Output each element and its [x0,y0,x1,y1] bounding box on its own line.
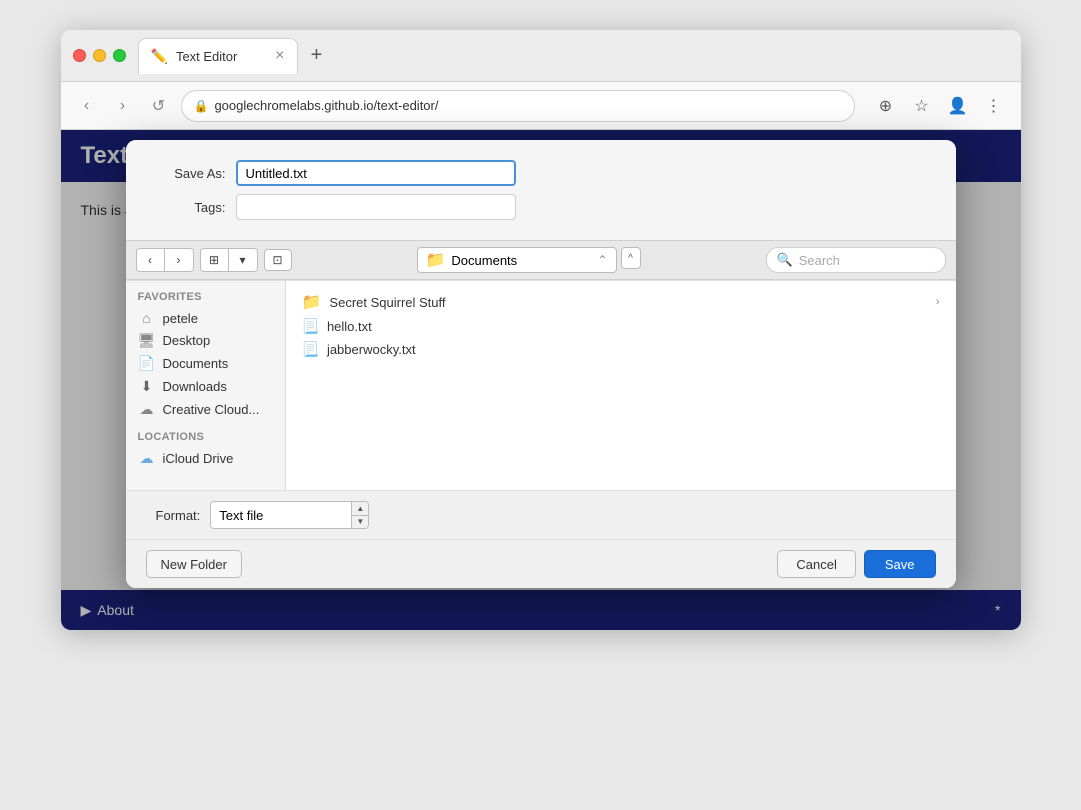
txt-file-icon-hello: 📃 [302,318,319,335]
page-content: Text File This is a r Save As: Tags: [61,130,1021,630]
tab-icon: ✏️ [151,48,168,65]
tags-input[interactable] [236,194,516,220]
txt-file-icon-jabberwocky: 📃 [302,341,319,358]
search-box[interactable]: 🔍 Search [766,247,946,273]
account-circle-icon[interactable]: ⊕ [871,91,901,121]
user-account-icon[interactable]: 👤 [943,91,973,121]
minimize-window-button[interactable] [93,49,106,62]
folder-blue-icon: 📁 [426,250,446,270]
tags-row: Tags: [156,194,926,220]
location-dropdown: 📁 Documents ⌃ ^ [298,247,760,273]
format-stepper-up[interactable]: ▲ [352,502,368,516]
save-as-row: Save As: [156,160,926,186]
location-text: Documents [451,253,517,268]
folder-icon: 📁 [302,292,322,312]
save-button[interactable]: Save [864,550,936,578]
sidebar-item-downloads-label: Downloads [163,379,227,394]
view-button-group: ⊞ ▾ [200,248,258,272]
browser-tab[interactable]: ✏️ Text Editor × [138,38,298,74]
sidebar-item-icloud-label: iCloud Drive [163,451,234,466]
view-chevron-button[interactable]: ▾ [229,249,257,271]
downloads-icon: ⬇ [138,378,156,395]
file-name-secret-squirrel: Secret Squirrel Stuff [329,295,445,310]
maximize-window-button[interactable] [113,49,126,62]
tab-close-button[interactable]: × [275,47,284,65]
dialog-buttons: New Folder Cancel Save [126,539,956,588]
view-grid-button[interactable]: ⊞ [201,249,229,271]
bookmark-star-icon[interactable]: ☆ [907,91,937,121]
sidebar-item-desktop-label: Desktop [163,333,211,348]
sidebar-item-creative-label: Creative Cloud... [163,402,260,417]
tags-label: Tags: [156,200,226,215]
cancel-button[interactable]: Cancel [777,550,855,578]
modal-overlay: Save As: Tags: ‹ › ⊞ [61,130,1021,630]
search-icon: 🔍 [777,252,793,268]
sidebar-item-home[interactable]: ⌂ petele [126,307,285,329]
browser-toolbar: ⊕ ☆ 👤 ⋮ [871,91,1009,121]
address-input[interactable]: 🔒 googlechromelabs.github.io/text-editor… [181,90,855,122]
forward-button[interactable]: › [109,92,137,120]
tab-bar: ✏️ Text Editor × + [138,38,1009,74]
back-button[interactable]: ‹ [73,92,101,120]
close-window-button[interactable] [73,49,86,62]
save-as-input[interactable] [236,160,516,186]
format-stepper: ▲ ▼ [351,502,368,528]
new-tab-button[interactable]: + [302,41,332,71]
creative-cloud-icon: ☁ [138,401,156,418]
location-up-button[interactable]: ^ [621,247,641,269]
new-folder-icon-button[interactable]: ⊡ [264,249,292,271]
documents-icon: 📄 [138,355,156,372]
sidebar-item-creative-cloud[interactable]: ☁ Creative Cloud... [126,398,285,421]
format-select[interactable]: Text file HTML file Rich Text [211,502,351,528]
format-label: Format: [156,508,201,523]
location-chevron-icon: ⌃ [597,253,607,267]
chevron-right-icon: › [936,296,940,308]
file-item-hello[interactable]: 📃 hello.txt [286,315,956,338]
sidebar-item-icloud[interactable]: ☁ iCloud Drive [126,447,285,470]
new-folder-button[interactable]: New Folder [146,550,242,578]
toolbar-forward-button[interactable]: › [165,249,193,271]
sidebar-item-documents-label: Documents [163,356,229,371]
traffic-lights [73,49,126,62]
dialog-format: Format: Text file HTML file Rich Text ▲ … [126,490,956,539]
location-select[interactable]: 📁 Documents ⌃ [417,247,617,273]
file-browser: Favorites ⌂ petele 🖥 Desktop 📄 Documents [126,280,956,490]
sidebar-item-downloads[interactable]: ⬇ Downloads [126,375,285,398]
file-name-hello: hello.txt [327,319,372,334]
file-name-jabberwocky: jabberwocky.txt [327,342,416,357]
lock-icon: 🔒 [194,99,209,113]
save-as-label: Save As: [156,166,226,181]
dialog-actions: Cancel Save [777,550,935,578]
tab-title: Text Editor [176,49,237,64]
home-icon: ⌂ [138,310,156,326]
icloud-icon: ☁ [138,450,156,467]
nav-button-group: ‹ › [136,248,194,272]
browser-window: ✏️ Text Editor × + ‹ › ↺ 🔒 googlechromel… [61,30,1021,630]
desktop-icon: 🖥 [138,332,156,349]
sidebar-item-desktop[interactable]: 🖥 Desktop [126,329,285,352]
title-bar: ✏️ Text Editor × + [61,30,1021,82]
dialog-toolbar: ‹ › ⊞ ▾ ⊡ 📁 Documents ⌃ ^ [126,240,956,280]
save-dialog: Save As: Tags: ‹ › ⊞ [126,140,956,588]
sidebar-panel: Favorites ⌂ petele 🖥 Desktop 📄 Documents [126,281,286,490]
file-item-secret-squirrel[interactable]: 📁 Secret Squirrel Stuff › [286,289,956,315]
format-select-wrapper: Text file HTML file Rich Text ▲ ▼ [210,501,369,529]
locations-label: Locations [126,431,285,447]
toolbar-back-button[interactable]: ‹ [137,249,165,271]
reload-button[interactable]: ↺ [145,92,173,120]
address-text: googlechromelabs.github.io/text-editor/ [214,98,841,113]
format-stepper-down[interactable]: ▼ [352,516,368,529]
dialog-top: Save As: Tags: [126,140,956,240]
file-item-jabberwocky[interactable]: 📃 jabberwocky.txt [286,338,956,361]
sidebar-item-petele-label: petele [163,311,198,326]
main-file-panel: 📁 Secret Squirrel Stuff › 📃 hello.txt 📃 … [286,281,956,490]
search-placeholder: Search [799,253,840,268]
favorites-label: Favorites [126,291,285,307]
sidebar-item-documents[interactable]: 📄 Documents [126,352,285,375]
more-options-icon[interactable]: ⋮ [979,91,1009,121]
address-bar: ‹ › ↺ 🔒 googlechromelabs.github.io/text-… [61,82,1021,130]
